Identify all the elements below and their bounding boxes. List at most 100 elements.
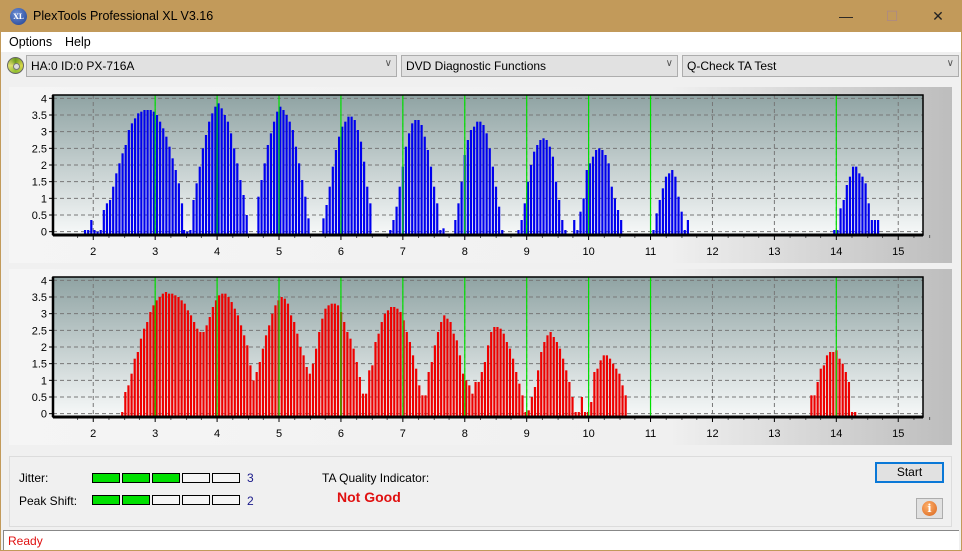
close-icon: ✕ [932, 8, 944, 24]
bar [229, 133, 233, 235]
bar [480, 372, 483, 417]
bar [324, 308, 327, 417]
bar [321, 318, 324, 417]
bar [297, 163, 301, 235]
bar [363, 161, 366, 235]
bar [214, 106, 217, 236]
bar [825, 355, 829, 417]
bar [658, 200, 661, 235]
close-button[interactable]: ✕ [915, 1, 961, 32]
bar [604, 155, 607, 235]
bar [555, 342, 558, 417]
bar [813, 395, 816, 417]
y-tick-label: 4 [41, 93, 47, 105]
bar [202, 332, 205, 417]
bar [870, 220, 873, 235]
bar [268, 325, 271, 417]
maximize-button[interactable]: ☐ [869, 1, 915, 32]
bar [289, 315, 293, 417]
bar [152, 305, 155, 417]
bar [299, 347, 302, 417]
y-tick-label: 1.5 [32, 177, 47, 189]
bar [565, 370, 568, 417]
bar [336, 305, 340, 417]
bar [508, 348, 512, 417]
bar [127, 130, 130, 235]
bar [224, 293, 227, 417]
bar [161, 293, 164, 417]
bar [599, 360, 602, 417]
bar [236, 315, 240, 417]
bar [530, 397, 533, 417]
bar [380, 322, 383, 417]
bar [307, 218, 310, 235]
bar [177, 297, 180, 417]
bar [343, 322, 346, 417]
bar [612, 363, 615, 417]
bar [211, 307, 214, 417]
bar [411, 123, 414, 235]
bar [314, 348, 318, 417]
bar [405, 332, 408, 417]
bar [543, 342, 546, 417]
bar [537, 370, 540, 417]
start-button[interactable]: Start [875, 462, 944, 483]
bar [486, 345, 490, 417]
bar [430, 362, 433, 417]
bar [664, 176, 668, 235]
bar [133, 358, 136, 417]
bar [591, 156, 595, 235]
bar [490, 332, 493, 417]
bar [359, 141, 363, 235]
bar [369, 203, 372, 235]
meter-segment [212, 495, 240, 505]
bar [127, 385, 130, 417]
ta-quality-label: TA Quality Indicator: [322, 471, 430, 485]
bar [861, 176, 864, 235]
bar [542, 138, 545, 235]
bar [383, 313, 386, 417]
bar [271, 313, 274, 417]
app-window: XL PlexTools Professional XL V3.16 — ☐ ✕… [0, 0, 962, 551]
chevron-down-icon: ∨ [665, 58, 673, 69]
bar [205, 325, 208, 417]
drive-select[interactable]: HA:0 ID:0 PX-716A ∨ [26, 55, 397, 77]
bar [562, 358, 565, 417]
bar [454, 220, 457, 235]
minimize-button[interactable]: — [823, 1, 869, 32]
bar [263, 163, 266, 235]
bar [554, 181, 558, 235]
x-tick-label: 11 [645, 428, 656, 440]
y-tick-label: 0 [41, 409, 47, 421]
chevron-down-icon: ∨ [384, 58, 392, 69]
bar [449, 322, 452, 417]
bar [838, 358, 841, 417]
y-tick-label: 0.5 [32, 210, 47, 222]
x-tick-label: 4 [214, 428, 220, 440]
title-bar[interactable]: XL PlexTools Professional XL V3.16 — ☐ ✕ [1, 1, 961, 32]
bar [344, 121, 347, 235]
bar [414, 120, 417, 235]
bar [539, 140, 542, 235]
menu-options[interactable]: Options [9, 35, 52, 49]
bar [350, 116, 353, 235]
bar [274, 305, 277, 417]
function-select[interactable]: DVD Diagnostic Functions ∨ [401, 55, 678, 77]
bar [218, 295, 221, 417]
info-button[interactable]: i [916, 498, 943, 519]
bar [458, 355, 462, 417]
bar [155, 115, 159, 235]
x-tick-label: 10 [582, 428, 594, 440]
bar [455, 340, 458, 417]
menu-help[interactable]: Help [65, 35, 91, 49]
test-select[interactable]: Q-Check TA Test ∨ [682, 55, 959, 77]
bar [217, 103, 220, 235]
bar [193, 322, 196, 417]
bar [655, 213, 658, 235]
bar [479, 121, 482, 235]
bar [331, 166, 334, 235]
bar [460, 181, 463, 235]
bar [590, 402, 593, 417]
y-tick-label: 2 [41, 342, 47, 354]
y-tick-label: 2.5 [32, 143, 47, 155]
